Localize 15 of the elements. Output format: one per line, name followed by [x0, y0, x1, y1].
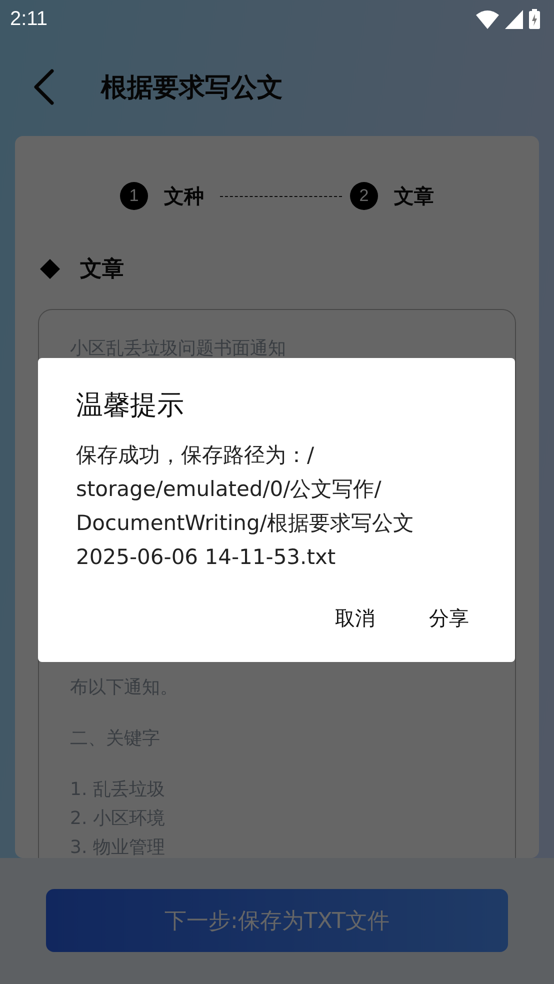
- status-time: 2:11: [10, 8, 48, 30]
- section-title: 文章: [80, 256, 124, 284]
- step-label: 文种: [164, 182, 204, 210]
- signal-icon: [505, 10, 523, 28]
- step-number: 2: [350, 182, 378, 210]
- battery-icon: [529, 9, 540, 29]
- dialog-button[interactable]: 取消: [325, 599, 385, 638]
- wifi-icon: [476, 10, 499, 28]
- step-label: 文章: [394, 182, 434, 210]
- dialog-message: 保存成功，保存路径为：/ storage/emulated/0/公文写作/ DocumentWriting/根据要求写公文 2025-06-06 14-11-53.txt: [76, 442, 415, 571]
- dialog-title: 温馨提示: [76, 389, 185, 423]
- step-number: 1: [120, 182, 148, 210]
- diamond-icon: [40, 259, 60, 279]
- dialog-button[interactable]: 分享: [419, 599, 479, 638]
- page-title: 根据要求写公文: [101, 72, 283, 104]
